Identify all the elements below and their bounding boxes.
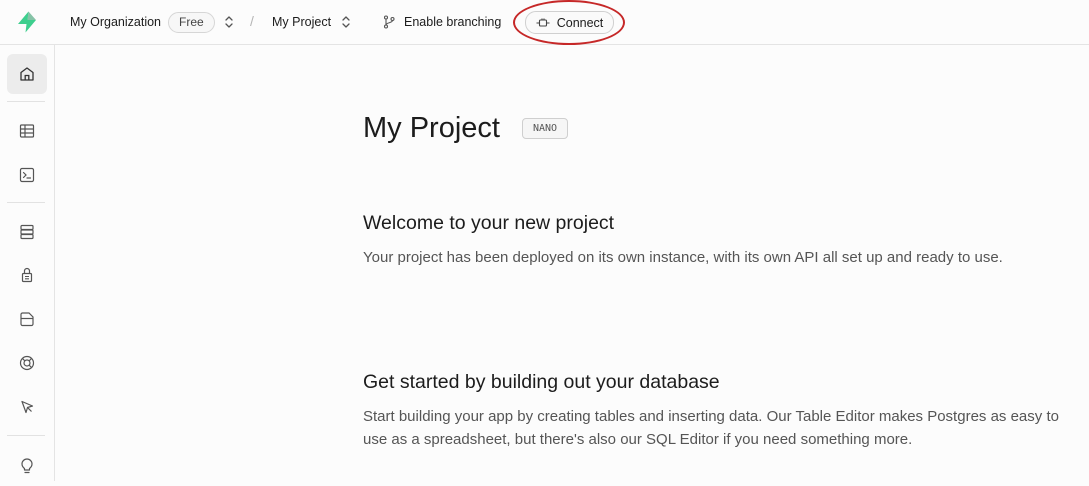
get-started-heading: Get started by building out your databas… (363, 371, 720, 393)
project-name[interactable]: My Project (272, 14, 331, 30)
home-icon (20, 67, 34, 81)
plan-badge: Free (168, 12, 215, 33)
sidebar-item-advisor[interactable] (7, 446, 47, 486)
breadcrumb-separator: / (250, 13, 254, 29)
welcome-heading: Welcome to your new project (363, 212, 615, 234)
top-bar: My Organization Free / My Project Enable… (0, 0, 1089, 45)
sidebar-item-authentication[interactable] (7, 255, 47, 295)
sidebar-divider (7, 101, 45, 102)
sidebar-divider (7, 202, 45, 203)
sidebar-item-storage[interactable] (7, 299, 47, 339)
sidebar-item-home[interactable] (7, 54, 47, 94)
realtime-icon (19, 355, 35, 371)
database-icon (20, 224, 34, 240)
logo-icon[interactable] (15, 10, 39, 34)
org-switcher-chevron-icon[interactable] (224, 15, 234, 29)
sidebar-item-table-editor[interactable] (7, 111, 47, 151)
git-branch-icon (383, 15, 395, 29)
auth-icon (21, 267, 33, 283)
welcome-description: Your project has been deployed on its ow… (363, 249, 1003, 266)
sidebar-divider (7, 435, 45, 436)
connect-button[interactable]: Connect (525, 11, 614, 34)
cursor-icon (21, 400, 34, 414)
sidebar-item-realtime[interactable] (7, 343, 47, 383)
page-title: My Project (363, 112, 500, 144)
compute-size-badge: NANO (522, 118, 569, 139)
connect-label: Connect (556, 15, 604, 30)
enable-branching-label: Enable branching (404, 15, 502, 29)
get-started-description: Start building your app by creating tabl… (363, 408, 1059, 448)
table-editor-icon (19, 124, 35, 138)
main-content: My Project NANO Welcome to your new proj… (55, 45, 1089, 481)
sidebar-item-sql-editor[interactable] (7, 155, 47, 195)
project-switcher-chevron-icon[interactable] (341, 15, 351, 29)
lightbulb-icon (21, 458, 33, 474)
sidebar-item-advisors[interactable] (7, 387, 47, 427)
organization-name[interactable]: My Organization (70, 14, 161, 30)
enable-branching-button[interactable]: Enable branching (382, 11, 501, 33)
sql-editor-icon (19, 167, 35, 183)
sidebar (0, 45, 55, 481)
sidebar-item-database[interactable] (7, 212, 47, 252)
plug-icon (536, 18, 550, 27)
storage-icon (20, 312, 34, 327)
